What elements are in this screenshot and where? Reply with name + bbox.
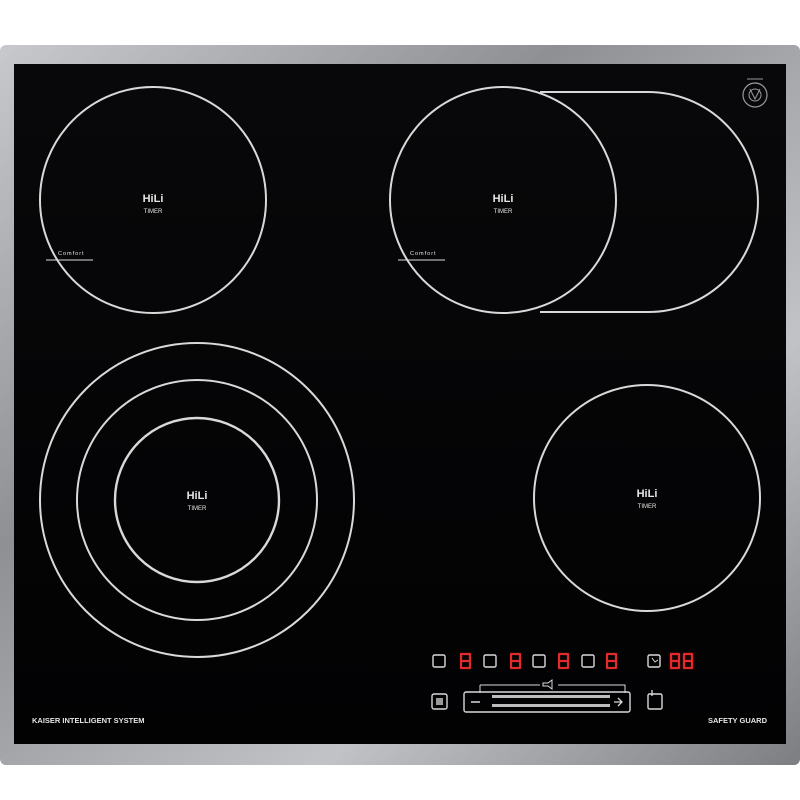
- zone-label: TIMER: [638, 504, 657, 510]
- safety-guard-label: SAFETY GUARD: [708, 716, 768, 725]
- timer-display: [668, 652, 696, 670]
- zone-label: TIMER: [494, 209, 513, 215]
- zone-brand: HiLi: [637, 488, 658, 500]
- zone-label: TIMER: [188, 506, 207, 512]
- comfort-label: Comfort: [410, 251, 437, 257]
- comfort-label: Comfort: [58, 251, 85, 257]
- zone-label: TIMER: [144, 209, 163, 215]
- system-name-label: KAISER INTELLIGENT SYSTEM: [32, 716, 145, 725]
- zone-brand: HiLi: [187, 490, 208, 502]
- cooktop: HiLi TIMER Comfort HiLi TIMER Comfort Hi…: [0, 45, 800, 765]
- zone-brand: HiLi: [493, 193, 514, 205]
- zone-brand: HiLi: [143, 193, 164, 205]
